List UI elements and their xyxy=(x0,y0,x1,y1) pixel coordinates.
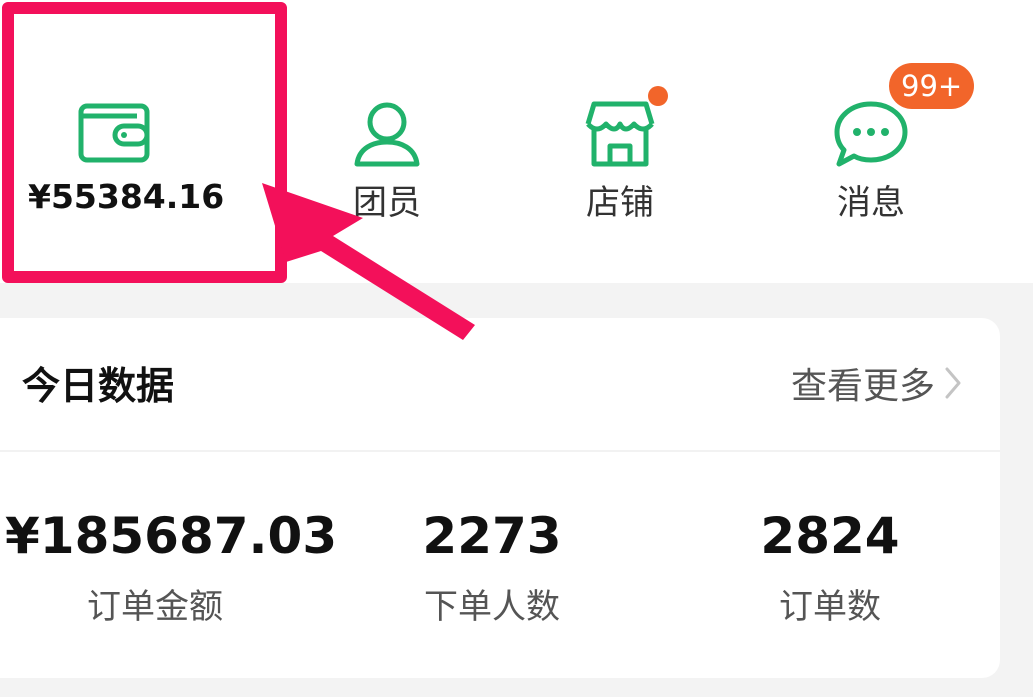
person-icon xyxy=(354,102,420,167)
stat-label: 订单金额 xyxy=(87,587,223,627)
chat-bubble-icon xyxy=(834,101,908,167)
wallet-icon xyxy=(78,103,150,163)
store-entry[interactable]: 店铺 xyxy=(491,0,749,283)
view-more-link[interactable]: 查看更多 xyxy=(791,355,963,411)
messages-label: 消息 xyxy=(837,183,905,223)
wallet-balance: ¥55384.16 xyxy=(28,177,225,216)
stat-value: ¥185687.03 xyxy=(5,507,338,565)
unread-badge: 99+ xyxy=(889,63,975,109)
stat-value: 2824 xyxy=(760,507,900,565)
view-more-label: 查看更多 xyxy=(790,366,935,407)
wallet-entry[interactable]: ¥55384.16 xyxy=(0,0,258,283)
stat-buyer-count[interactable]: 2273 下单人数 xyxy=(342,505,642,628)
members-entry[interactable]: 团员 xyxy=(258,0,516,283)
stat-label: 订单数 xyxy=(779,587,881,627)
stat-order-count[interactable]: 2824 订单数 xyxy=(680,505,980,628)
stat-value: 2273 xyxy=(422,507,562,565)
store-icon xyxy=(585,101,655,167)
members-label: 团员 xyxy=(353,183,421,223)
messages-entry[interactable]: 99+ 消息 xyxy=(742,0,1000,283)
stat-label: 下单人数 xyxy=(424,587,560,627)
today-data-title: 今日数据 xyxy=(22,364,175,408)
card-divider xyxy=(0,450,1000,452)
store-label: 店铺 xyxy=(586,183,654,223)
top-nav: ¥55384.16 团员 店铺 99+ 消息 xyxy=(0,0,1033,283)
stat-order-amount[interactable]: ¥185687.03 订单金额 xyxy=(5,505,338,628)
chevron-right-icon xyxy=(945,367,961,399)
store-notification-dot xyxy=(648,86,668,106)
